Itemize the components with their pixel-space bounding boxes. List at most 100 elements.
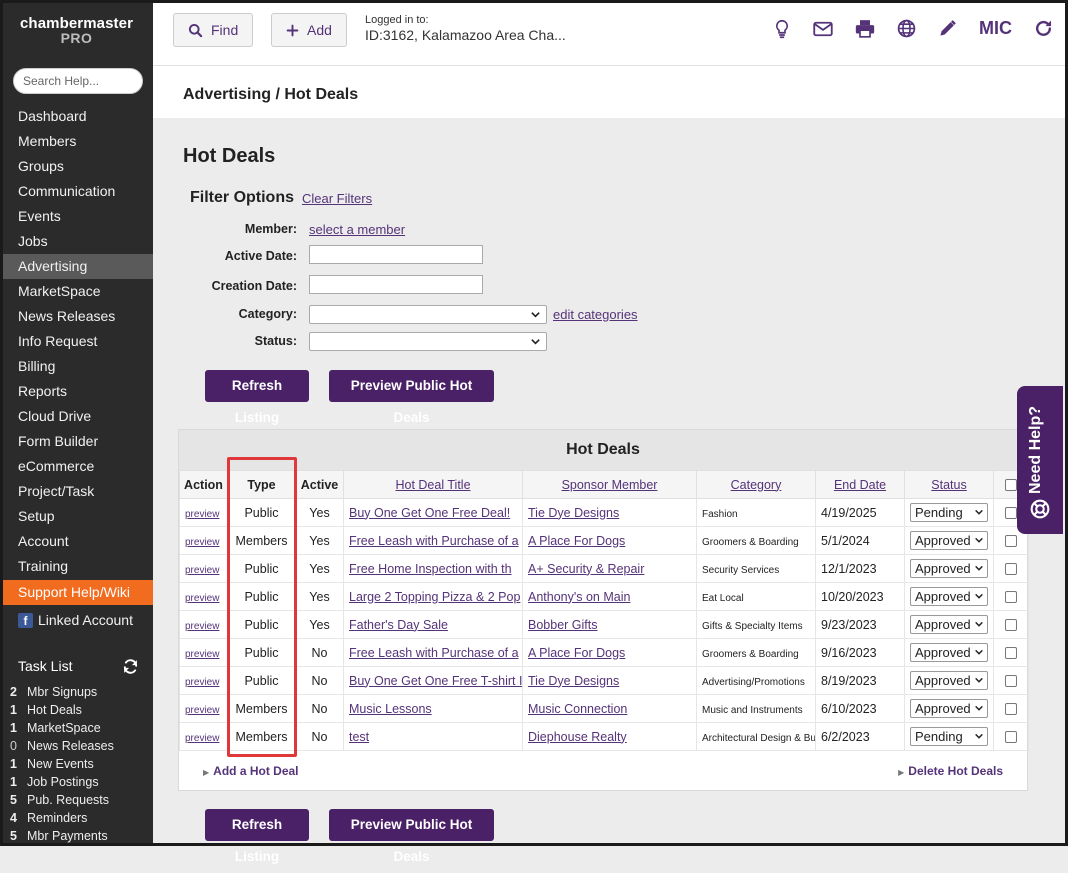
row-checkbox[interactable] (1005, 591, 1017, 604)
nav-item-billing[interactable]: Billing (0, 354, 153, 379)
nav-item-setup[interactable]: Setup (0, 504, 153, 529)
hot-deal-title-link[interactable]: Buy One Get One Free Deal! (349, 506, 510, 520)
mail-icon[interactable] (813, 21, 833, 37)
preview-link[interactable]: preview (185, 649, 219, 660)
row-checkbox[interactable] (1005, 675, 1017, 688)
sponsor-member-link[interactable]: A+ Security & Repair (528, 562, 644, 576)
task-item[interactable]: 4 Reminders (0, 809, 153, 827)
nav-item-info-request[interactable]: Info Request (0, 329, 153, 354)
status-dropdown[interactable]: Approved (910, 671, 988, 690)
preview-public-hot-deals-button-bottom[interactable]: Preview Public Hot Deals (329, 809, 494, 864)
row-checkbox[interactable] (1005, 507, 1017, 520)
nav-item-members[interactable]: Members (0, 129, 153, 154)
help-search-input[interactable] (13, 68, 143, 94)
preview-public-hot-deals-button[interactable]: Preview Public Hot Deals (329, 370, 494, 425)
nav-item-ecommerce[interactable]: eCommerce (0, 454, 153, 479)
print-icon[interactable] (855, 19, 875, 38)
preview-link[interactable]: preview (185, 593, 219, 604)
row-checkbox[interactable] (1005, 731, 1017, 744)
hot-deal-title-link[interactable]: Music Lessons (349, 702, 432, 716)
hot-deal-title-link[interactable]: Free Leash with Purchase of a (349, 646, 519, 660)
task-item[interactable]: 1 MarketSpace (0, 719, 153, 737)
nav-item-cloud-drive[interactable]: Cloud Drive (0, 404, 153, 429)
nav-item-communication[interactable]: Communication (0, 179, 153, 204)
preview-link[interactable]: preview (185, 565, 219, 576)
refresh-listing-button-bottom[interactable]: Refresh Listing (205, 809, 309, 864)
nav-item-events[interactable]: Events (0, 204, 153, 229)
sponsor-member-link[interactable]: A Place For Dogs (528, 534, 625, 548)
nav-item-linked-account[interactable]: f Linked Account (0, 608, 153, 633)
preview-link[interactable]: preview (185, 621, 219, 632)
preview-link[interactable]: preview (185, 537, 219, 548)
hot-deal-title-link[interactable]: Large 2 Topping Pizza & 2 Pop (349, 590, 520, 604)
preview-link[interactable]: preview (185, 705, 219, 716)
edit-categories-link[interactable]: edit categories (553, 307, 638, 322)
nav-item-account[interactable]: Account (0, 529, 153, 554)
find-button[interactable]: Find (173, 13, 254, 47)
status-dropdown[interactable]: Approved (910, 643, 988, 662)
globe-icon[interactable] (897, 19, 916, 38)
pencil-icon[interactable] (938, 19, 957, 38)
nav-item-training[interactable]: Training (0, 554, 153, 579)
active-date-input[interactable] (309, 245, 483, 264)
task-item[interactable]: 1 Hot Deals (0, 701, 153, 719)
task-item[interactable]: 5 Mbr Payments (0, 827, 153, 845)
sponsor-member-link[interactable]: Bobber Gifts (528, 618, 597, 632)
status-dropdown[interactable]: Approved (910, 615, 988, 634)
nav-item-groups[interactable]: Groups (0, 154, 153, 179)
status-dropdown[interactable]: Approved (910, 559, 988, 578)
nav-item-form-builder[interactable]: Form Builder (0, 429, 153, 454)
nav-item-dashboard[interactable]: Dashboard (0, 104, 153, 129)
reload-icon[interactable] (1034, 19, 1053, 38)
column-header-category[interactable]: Category (696, 470, 816, 499)
hot-deal-title-link[interactable]: Free Leash with Purchase of a (349, 534, 519, 548)
hot-deal-title-link[interactable]: Buy One Get One Free T-shirt I (349, 674, 522, 688)
delete-hot-deals-link[interactable]: ▶ Delete Hot Deals (898, 764, 1003, 778)
creation-date-input[interactable] (309, 275, 483, 294)
preview-link[interactable]: preview (185, 733, 219, 744)
sponsor-member-link[interactable]: A Place For Dogs (528, 646, 625, 660)
task-item[interactable]: 0 News Releases (0, 737, 153, 755)
sponsor-member-link[interactable]: Music Connection (528, 702, 627, 716)
status-dropdown[interactable]: Approved (910, 531, 988, 550)
sponsor-member-link[interactable]: Anthony's on Main (528, 590, 630, 604)
nav-item-jobs[interactable]: Jobs (0, 229, 153, 254)
row-checkbox[interactable] (1005, 563, 1017, 576)
hot-deal-title-link[interactable]: Father's Day Sale (349, 618, 448, 632)
select-member-link[interactable]: select a member (309, 222, 405, 237)
row-checkbox[interactable] (1005, 647, 1017, 660)
nav-item-reports[interactable]: Reports (0, 379, 153, 404)
task-item[interactable]: 1 New Events (0, 755, 153, 773)
refresh-icon[interactable] (122, 658, 139, 675)
task-item[interactable]: 2 Mbr Signups (0, 683, 153, 701)
column-header-end-date[interactable]: End Date (815, 470, 905, 499)
column-header-title[interactable]: Hot Deal Title (343, 470, 523, 499)
need-help-tab[interactable]: Need Help? (1017, 386, 1063, 534)
hot-deal-title-link[interactable]: Free Home Inspection with th (349, 562, 512, 576)
task-item[interactable]: 5 Pub. Requests (0, 791, 153, 809)
column-header-sponsor[interactable]: Sponsor Member (522, 470, 697, 499)
add-button[interactable]: Add (271, 13, 347, 47)
status-select[interactable] (309, 332, 547, 351)
category-select[interactable] (309, 305, 547, 324)
preview-link[interactable]: preview (185, 509, 219, 520)
hot-deal-title-link[interactable]: test (349, 730, 369, 744)
refresh-listing-button[interactable]: Refresh Listing (205, 370, 309, 425)
nav-item-news-releases[interactable]: News Releases (0, 304, 153, 329)
row-checkbox[interactable] (1005, 619, 1017, 632)
nav-item-advertising[interactable]: Advertising (0, 254, 153, 279)
nav-item-support-help[interactable]: Support Help/Wiki (0, 580, 153, 605)
status-dropdown[interactable]: Approved (910, 587, 988, 606)
user-initials-button[interactable]: MIC (979, 18, 1012, 39)
status-dropdown[interactable]: Pending (910, 503, 988, 522)
preview-link[interactable]: preview (185, 677, 219, 688)
lightbulb-icon[interactable] (773, 19, 791, 39)
sponsor-member-link[interactable]: Tie Dye Designs (528, 506, 619, 520)
row-checkbox[interactable] (1005, 703, 1017, 716)
select-all-checkbox[interactable] (1005, 479, 1017, 492)
task-item[interactable]: 1 Job Postings (0, 773, 153, 791)
clear-filters-link[interactable]: Clear Filters (302, 191, 372, 206)
nav-item-marketspace[interactable]: MarketSpace (0, 279, 153, 304)
sponsor-member-link[interactable]: Diephouse Realty (528, 730, 627, 744)
add-hot-deal-link[interactable]: ▶ Add a Hot Deal (203, 764, 299, 778)
